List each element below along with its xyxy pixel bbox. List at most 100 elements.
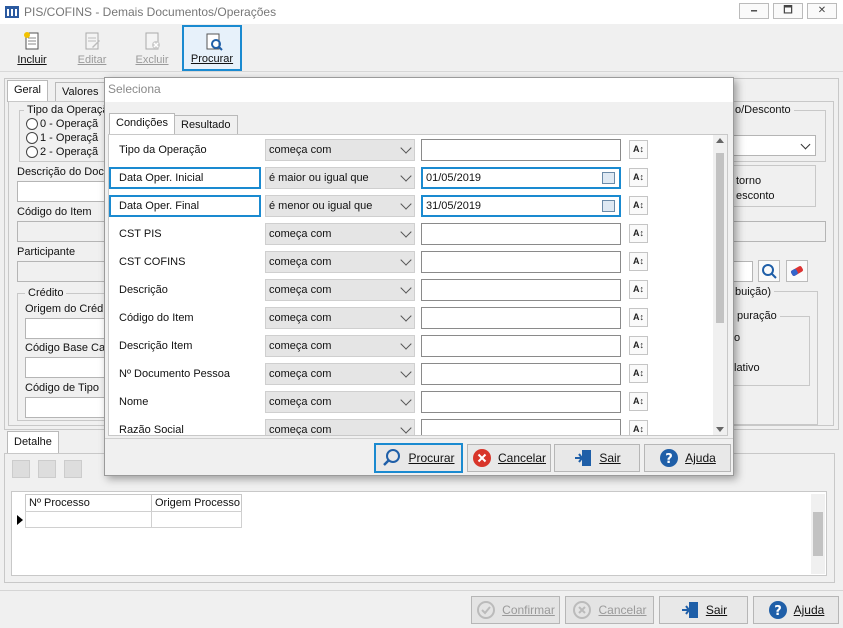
footer-cancelar-label: Cancelar	[598, 603, 647, 617]
codigo-tipo-field[interactable]	[25, 397, 107, 418]
sort-az-icon[interactable]: A↕	[629, 420, 648, 435]
dialog-sair-button[interactable]: Sair	[554, 444, 640, 472]
codigo-item-label: Código do Item	[17, 206, 92, 218]
minimize-button[interactable]: 🗕	[739, 3, 769, 19]
confirmar-button[interactable]: Confirmar	[471, 596, 560, 624]
apuracao-opt-1: o	[734, 332, 741, 344]
detalhe-delete-icon[interactable]	[64, 460, 82, 478]
radio-0[interactable]: 0 - Operaçã	[26, 118, 98, 131]
condition-operator-select[interactable]: começa com	[265, 223, 415, 245]
procurar-label: Procurar	[190, 53, 234, 65]
footer-ajuda-button[interactable]: ? Ajuda	[753, 596, 839, 624]
dialog-ajuda-button[interactable]: ? Ajuda	[644, 444, 731, 472]
codigo-item-field[interactable]	[17, 221, 107, 242]
sort-az-icon[interactable]: A↕	[629, 168, 648, 187]
footer-sair-button[interactable]: Sair	[659, 596, 748, 624]
detalhe-scrollbar[interactable]	[811, 494, 825, 574]
help-icon: ?	[768, 601, 787, 619]
condition-operator-select[interactable]: começa com	[265, 251, 415, 273]
participante-clear-button[interactable]	[786, 260, 808, 282]
sort-az-icon[interactable]: A↕	[629, 392, 648, 411]
tab-geral[interactable]: Geral	[7, 80, 48, 102]
estorno-text: torno	[736, 175, 762, 187]
condition-operator-select[interactable]: começa com	[265, 139, 415, 161]
condition-value-input[interactable]	[421, 279, 621, 301]
condition-value-input[interactable]	[421, 419, 621, 435]
tab-resultado[interactable]: Resultado	[174, 115, 238, 134]
table-row[interactable]	[25, 511, 152, 528]
condition-operator-select[interactable]: é maior ou igual que	[265, 167, 415, 189]
detalhe-edit-icon[interactable]	[38, 460, 56, 478]
condition-value-input[interactable]	[421, 363, 621, 385]
col-origem-processo[interactable]: Origem Processo	[151, 494, 242, 512]
participante-name-field[interactable]	[733, 261, 753, 282]
editar-button[interactable]: Editar	[64, 26, 120, 70]
descricao-doc-field[interactable]	[17, 181, 107, 202]
sort-az-icon[interactable]: A↕	[629, 308, 648, 327]
sort-az-icon[interactable]: A↕	[629, 364, 648, 383]
close-button[interactable]: ✕	[807, 3, 837, 19]
col-nprocesso[interactable]: Nº Processo	[25, 494, 152, 512]
scroll-up-icon[interactable]	[716, 138, 724, 143]
tab-condicoes[interactable]: Condições	[109, 113, 175, 134]
radio-2[interactable]: 2 - Operaçã	[26, 146, 98, 159]
codigo-base-field[interactable]	[25, 357, 107, 378]
search-icon	[383, 449, 401, 466]
condition-operator-select[interactable]: começa com	[265, 419, 415, 435]
sort-az-icon[interactable]: A↕	[629, 196, 648, 215]
desconto-select[interactable]	[733, 135, 816, 156]
participante-field[interactable]	[17, 261, 107, 282]
calendar-icon[interactable]	[602, 200, 615, 212]
condition-operator-select[interactable]: começa com	[265, 307, 415, 329]
condition-field-label: Descrição Item	[119, 340, 193, 352]
condition-value-input[interactable]: 31/05/2019	[421, 195, 621, 217]
condition-operator-select[interactable]: começa com	[265, 363, 415, 385]
apuracao-label: buição)	[732, 286, 775, 298]
sort-az-icon[interactable]: A↕	[629, 252, 648, 271]
procurar-button[interactable]: Procurar	[182, 25, 242, 71]
condition-field-label: Código do Item	[119, 312, 194, 324]
excluir-label: Excluir	[135, 54, 169, 66]
scroll-thumb[interactable]	[716, 153, 724, 323]
calendar-icon[interactable]	[602, 172, 615, 184]
dialog-cancelar-button[interactable]: Cancelar	[467, 444, 551, 472]
incluir-button[interactable]: Incluir	[4, 26, 60, 70]
scroll-down-icon[interactable]	[716, 427, 724, 432]
condition-value-input[interactable]	[421, 307, 621, 329]
sort-az-icon[interactable]: A↕	[629, 336, 648, 355]
condition-value-input[interactable]: 01/05/2019	[421, 167, 621, 189]
condition-value-input[interactable]	[421, 139, 621, 161]
participante-search-button[interactable]	[758, 260, 780, 282]
editar-label: Editar	[77, 54, 107, 66]
incluir-label: Incluir	[17, 54, 47, 66]
sort-az-icon[interactable]: A↕	[629, 140, 648, 159]
chevron-down-icon	[400, 310, 412, 322]
chevron-down-icon	[400, 366, 412, 378]
descricao-doc-label: Descrição do Doc	[17, 166, 104, 178]
conditions-scrollbar[interactable]	[713, 135, 727, 435]
dialog-procurar-button[interactable]: Procurar	[374, 443, 463, 473]
detalhe-add-icon[interactable]	[12, 460, 30, 478]
condition-value-input[interactable]	[421, 391, 621, 413]
condition-operator-select[interactable]: é menor ou igual que	[265, 195, 415, 217]
condition-value-input[interactable]	[421, 335, 621, 357]
tab-detalhe[interactable]: Detalhe	[7, 431, 59, 454]
sort-az-icon[interactable]: A↕	[629, 280, 648, 299]
maximize-button[interactable]: 🗖	[773, 3, 803, 19]
radio-1[interactable]: 1 - Operaçã	[26, 132, 98, 145]
condition-value-input[interactable]	[421, 251, 621, 273]
footer-divider	[0, 590, 843, 591]
excluir-button[interactable]: Excluir	[124, 26, 180, 70]
origem-cred-field[interactable]	[25, 318, 107, 339]
origem-cred-label: Origem do Créd	[25, 303, 104, 315]
exit-icon	[575, 450, 592, 466]
tab-valores[interactable]: Valores	[55, 82, 106, 102]
condition-operator-select[interactable]: começa com	[265, 391, 415, 413]
condition-operator-select[interactable]: começa com	[265, 279, 415, 301]
sort-az-icon[interactable]: A↕	[629, 224, 648, 243]
condition-operator-select[interactable]: começa com	[265, 335, 415, 357]
footer-cancelar-button[interactable]: Cancelar	[565, 596, 654, 624]
condition-row: Data Oper. Inicial é maior ou igual que 01…	[109, 164, 717, 192]
table-cell[interactable]	[151, 511, 242, 528]
condition-value-input[interactable]	[421, 223, 621, 245]
